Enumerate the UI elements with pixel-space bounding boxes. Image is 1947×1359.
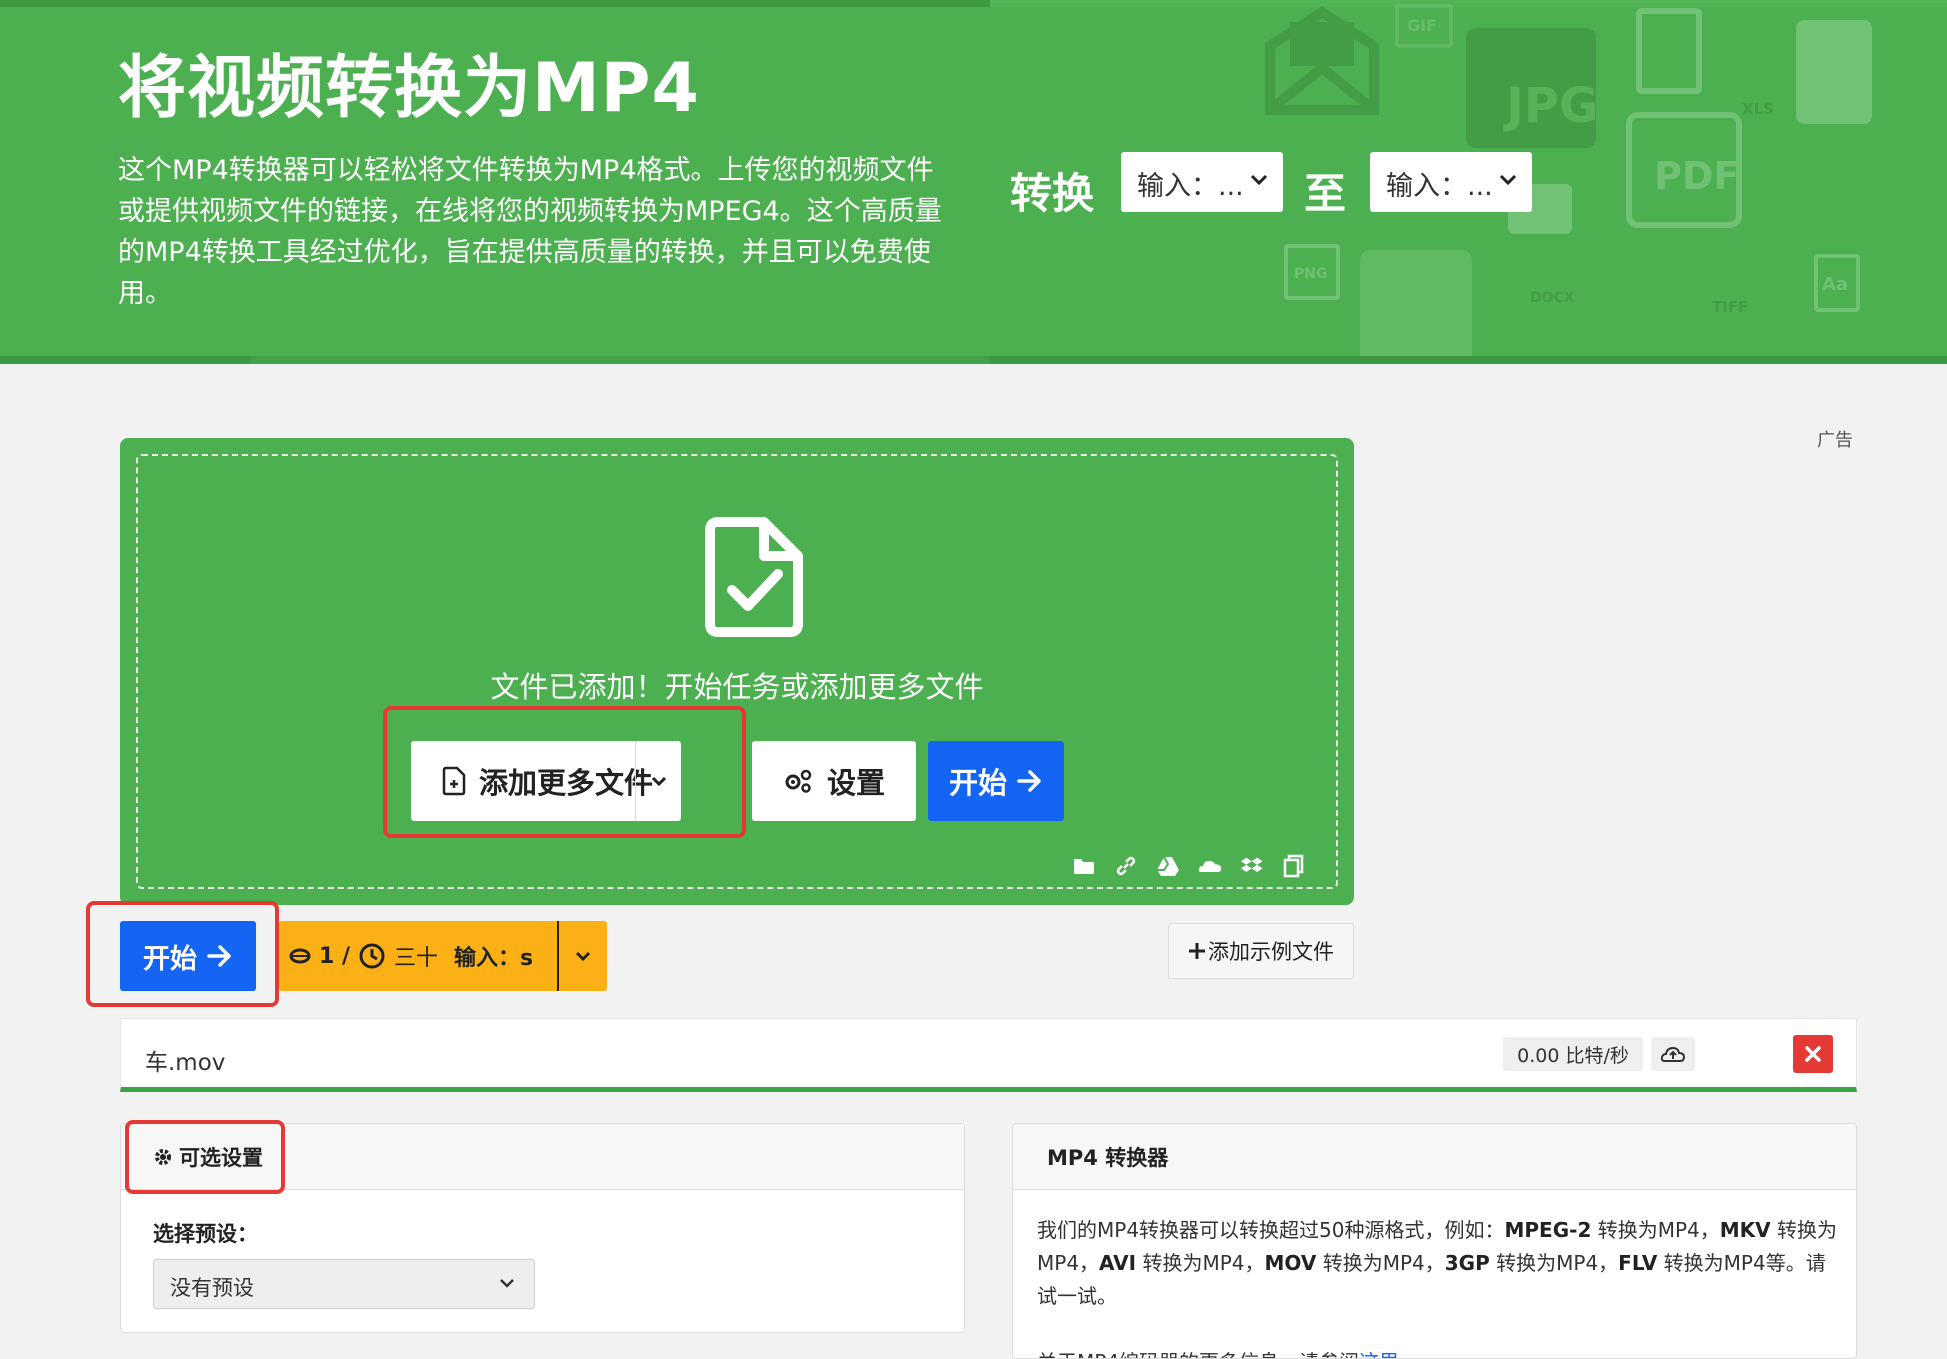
cloud-upload-icon (1661, 1046, 1685, 1062)
header-top-stripe-light (990, 0, 1947, 7)
format-mov: MOV (1264, 1251, 1317, 1275)
ad-label: 广告 (1817, 430, 1853, 451)
page-description: 这个MP4转换器可以轻松将文件转换为MP4格式。上传您的视频文件或提供视频文件的… (118, 155, 942, 309)
settings-button[interactable]: 设置 (752, 741, 916, 821)
link-icon[interactable] (1114, 854, 1138, 878)
file-line-chart-icon (1360, 250, 1472, 364)
info-panel-header: MP4 转换器 (1013, 1124, 1856, 1190)
google-drive-icon[interactable] (1156, 854, 1180, 878)
time-estimate: 三十 (394, 946, 439, 971)
highlight-start-button (86, 901, 279, 1007)
more-info-text: 关于MP4编码器的更多信息，请参阅 (1037, 1350, 1359, 1358)
format-avi: AVI (1099, 1251, 1137, 1275)
header-banner: GIF JPG XLS PDF PNG DOCX TIFF Aa 将视频转换为M… (0, 0, 1947, 364)
envelope-icon (1265, 6, 1379, 115)
format-mkv: MKV (1719, 1218, 1771, 1242)
header-top-stripe (0, 0, 990, 7)
chevron-down-icon (1499, 174, 1517, 186)
source-format-select[interactable]: 输入：... (1121, 152, 1283, 212)
file-png-icon: PNG (1284, 244, 1340, 300)
clipboard-icon[interactable] (1282, 854, 1306, 878)
file-font-icon: Aa (1814, 254, 1860, 312)
dropzone-message: 文件已添加！开始任务或添加更多文件 (490, 670, 984, 704)
conversion-info-main[interactable]: 1 / 三十 输入：s (279, 940, 533, 972)
chevron-down-icon (500, 1279, 514, 1288)
file-name: 车.mov (145, 1050, 226, 1076)
info-text: 转换为MP4， (1489, 1251, 1619, 1275)
file-docx-icon: DOCX (1530, 290, 1575, 306)
input-format-info: 输入：s (454, 946, 534, 971)
settings-label: 设置 (826, 766, 885, 800)
file-check-icon (705, 517, 803, 637)
file-pdf-icon: PDF (1626, 112, 1742, 228)
info-text: 转换为MP4， (1591, 1218, 1720, 1242)
close-icon (1805, 1046, 1821, 1062)
page-title: 将视频转换为MP4 (118, 49, 700, 128)
info-panel-more: 关于MP4编码器的更多信息，请参阅这里 (1037, 1346, 1399, 1358)
credits-count: 1 / (319, 943, 351, 969)
source-format-value: 输入：... (1137, 171, 1244, 202)
format-mpeg2: MPEG-2 (1504, 1218, 1592, 1242)
coins-icon (289, 948, 311, 964)
file-image-icon (1636, 8, 1702, 94)
preset-value: 没有预设 (170, 1276, 254, 1300)
start-button-dropzone[interactable]: 开始 (928, 741, 1064, 821)
highlight-optional-settings (125, 1120, 285, 1194)
upload-source-icons (1072, 854, 1306, 878)
preset-label: 选择预设： (153, 1222, 258, 1246)
info-panel-body: 我们的MP4转换器可以转换超过50种源格式，例如：MPEG-2 转换为MP4，M… (1037, 1214, 1837, 1313)
cloud-upload-badge (1651, 1037, 1695, 1071)
upload-speed-badge: 0.00 比特/秒 (1503, 1037, 1643, 1071)
header-bottom-stripe-accent (250, 356, 990, 364)
onedrive-icon[interactable] (1198, 854, 1222, 878)
remove-file-button[interactable] (1793, 1035, 1833, 1073)
format-flv: FLV (1618, 1251, 1658, 1275)
convert-label: 转换 (1010, 169, 1095, 218)
target-format-value: 输入：... (1386, 171, 1493, 202)
preset-select[interactable]: 没有预设 (153, 1259, 535, 1309)
start-label: 开始 (948, 766, 1007, 800)
add-sample-file-label: 添加示例文件 (1208, 940, 1334, 964)
dropbox-icon[interactable] (1240, 854, 1264, 878)
highlight-add-more-files (383, 706, 746, 838)
file-gif-icon: GIF (1395, 4, 1453, 48)
conversion-info-dropdown[interactable] (557, 921, 607, 991)
format-3gp: 3GP (1444, 1251, 1490, 1275)
arrow-right-icon (1017, 770, 1041, 792)
add-sample-file-button[interactable]: 添加示例文件 (1168, 923, 1354, 979)
info-text: 转换为MP4， (1316, 1251, 1445, 1275)
file-tiff-icon: TIFF (1712, 298, 1749, 316)
chevron-down-icon (575, 951, 591, 962)
mp4-converter-info-panel: MP4 转换器 我们的MP4转换器可以转换超过50种源格式，例如：MPEG-2 … (1012, 1123, 1857, 1359)
info-text: 我们的MP4转换器可以转换超过50种源格式，例如： (1037, 1218, 1505, 1242)
file-chart-icon (1796, 20, 1872, 124)
more-info-link[interactable]: 这里 (1359, 1350, 1399, 1358)
chevron-down-icon (1250, 174, 1268, 186)
conversion-info-bar[interactable]: 1 / 三十 输入：s (279, 921, 607, 991)
clock-icon (359, 943, 385, 969)
target-format-select[interactable]: 输入：... (1370, 152, 1532, 212)
file-jpg-icon: JPG (1466, 28, 1598, 148)
to-label: 至 (1304, 169, 1347, 218)
gears-icon (785, 769, 812, 793)
info-text: 转换为MP4， (1136, 1251, 1265, 1275)
plus-icon (1189, 943, 1205, 959)
folder-icon[interactable] (1072, 854, 1096, 878)
file-list-row: 车.mov 0.00 比特/秒 (120, 1018, 1857, 1092)
